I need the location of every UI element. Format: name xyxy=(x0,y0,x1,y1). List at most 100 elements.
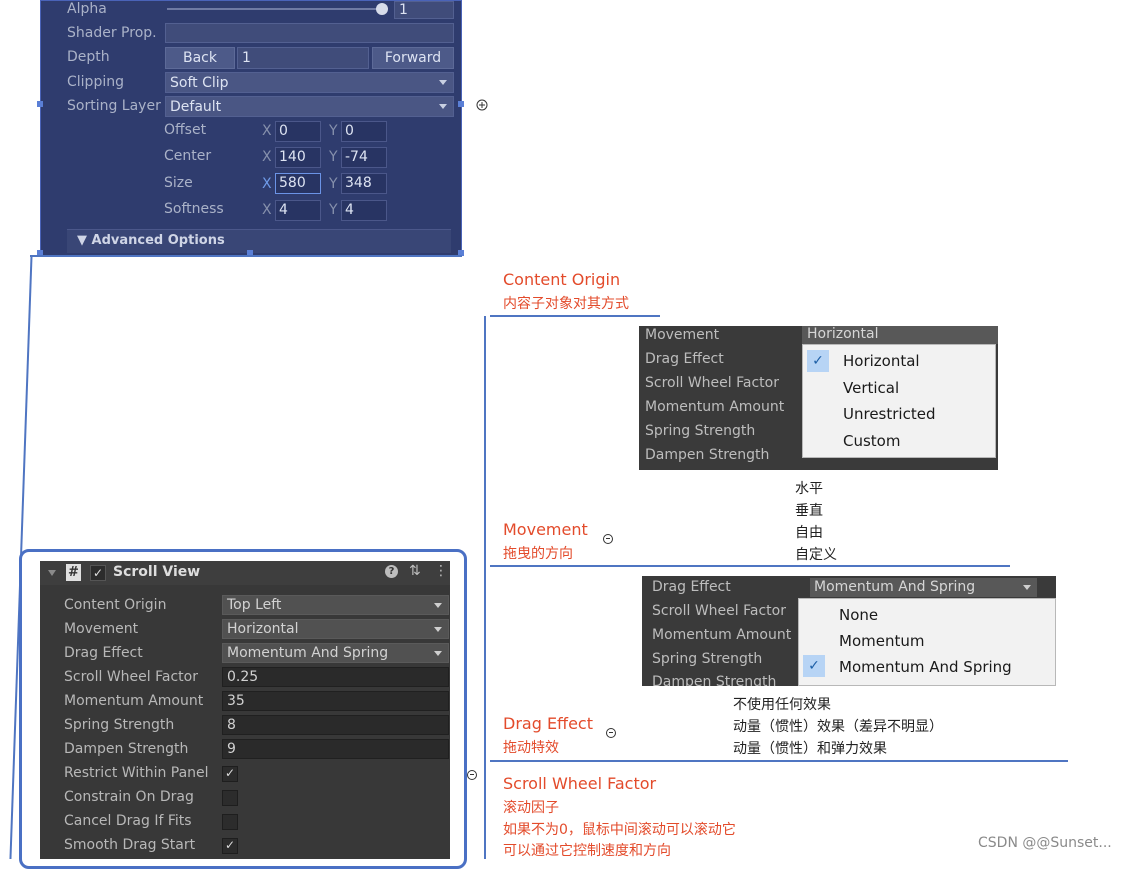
enable-checkbox[interactable]: ✓ xyxy=(90,565,106,581)
checkmark-icon: ✓ xyxy=(803,655,825,677)
menu-option-momentum[interactable]: Momentum xyxy=(839,632,924,650)
softness-label: Softness xyxy=(164,201,224,217)
chevron-down-icon xyxy=(439,80,447,85)
forward-button[interactable]: Forward xyxy=(372,47,454,69)
shot-label: Drag Effect xyxy=(645,351,724,367)
scroll-wheel-factor-field[interactable]: 0.25 xyxy=(222,667,449,687)
scroll-wheel-note: 可以通过它控制速度和方向 xyxy=(503,843,671,859)
y-letter: Y xyxy=(329,149,338,165)
sorting-layer-dropdown[interactable]: Default xyxy=(165,96,454,117)
drag-effect-dropdown[interactable]: Momentum And Spring xyxy=(222,643,449,663)
restrict-within-panel-label: Restrict Within Panel xyxy=(64,765,209,781)
foldout-arrow-icon[interactable] xyxy=(48,570,56,576)
drag-option-note: 动量（惯性）和弹力效果 xyxy=(733,741,887,757)
clipping-dropdown[interactable]: Soft Clip xyxy=(165,72,454,93)
chevron-down-icon xyxy=(434,627,442,632)
clipping-value: Soft Clip xyxy=(170,75,229,91)
x-letter: X xyxy=(262,123,272,139)
movement-dropdown-screenshot: Movement Drag Effect Scroll Wheel Factor… xyxy=(639,326,998,470)
smooth-drag-start-checkbox[interactable]: ✓ xyxy=(222,838,238,854)
drag-option-note: 不使用任何效果 xyxy=(733,697,831,713)
shot-label: Momentum Amount xyxy=(652,627,792,643)
depth-label: Depth xyxy=(67,49,110,65)
connector-line xyxy=(30,255,462,257)
alpha-slider-track[interactable] xyxy=(167,8,387,10)
depth-field[interactable]: 1 xyxy=(237,47,369,69)
shot-label: Dampen Strength xyxy=(645,447,770,463)
collapse-circle-icon[interactable] xyxy=(467,770,477,780)
spring-strength-label: Spring Strength xyxy=(64,717,175,733)
shader-prop-field[interactable] xyxy=(165,23,454,43)
alpha-field[interactable]: 1 xyxy=(394,1,454,19)
y-letter: Y xyxy=(329,123,338,139)
drag-effect-dropdown-screenshot: Drag Effect Scroll Wheel Factor Momentum… xyxy=(642,576,1056,686)
shot-label: Scroll Wheel Factor xyxy=(652,603,786,619)
x-letter: X xyxy=(262,176,272,192)
menu-option-vertical[interactable]: Vertical xyxy=(843,379,899,397)
spring-strength-field[interactable]: 8 xyxy=(222,715,449,735)
context-menu-icon[interactable]: ⋮ xyxy=(434,563,448,579)
offset-x-field[interactable]: 0 xyxy=(275,121,321,142)
constrain-on-drag-label: Constrain On Drag xyxy=(64,789,194,805)
chevron-down-icon xyxy=(1023,585,1031,590)
menu-option-unrestricted[interactable]: Unrestricted xyxy=(843,405,935,423)
size-x-field[interactable]: 580 xyxy=(275,173,321,194)
shot-label: Movement xyxy=(645,327,720,343)
momentum-amount-field[interactable]: 35 xyxy=(222,691,449,711)
size-y-field[interactable]: 348 xyxy=(341,173,387,194)
drag-effect-title: Drag Effect xyxy=(503,714,593,733)
menu-option-custom[interactable]: Custom xyxy=(843,432,900,450)
chevron-down-icon xyxy=(434,603,442,608)
clipping-label: Clipping xyxy=(67,74,124,90)
alpha-label: Alpha xyxy=(67,1,107,17)
shot-label: Dampen Strength xyxy=(652,674,777,686)
drag-effect-options-menu: None Momentum ✓ Momentum And Spring xyxy=(798,598,1056,686)
scroll-wheel-title: Scroll Wheel Factor xyxy=(503,774,657,793)
scroll-view-component: # ✓ Scroll View ? ⇅ ⋮ Content Origin Top… xyxy=(40,561,450,859)
chevron-down-icon xyxy=(434,651,442,656)
back-button[interactable]: Back xyxy=(165,47,235,69)
dampen-strength-field[interactable]: 9 xyxy=(222,739,449,759)
drag-option-note: 动量（惯性）效果（差异不明显） xyxy=(733,719,943,735)
presets-icon[interactable]: ⇅ xyxy=(409,563,421,579)
shot-label: Spring Strength xyxy=(645,423,756,439)
x-letter: X xyxy=(262,202,272,218)
constrain-on-drag-checkbox[interactable] xyxy=(222,790,238,806)
center-x-field[interactable]: 140 xyxy=(275,147,321,168)
component-header[interactable]: # ✓ Scroll View ? ⇅ ⋮ xyxy=(40,561,450,585)
x-letter: X xyxy=(262,149,272,165)
y-letter: Y xyxy=(329,202,338,218)
restrict-within-panel-checkbox[interactable]: ✓ xyxy=(222,766,238,782)
collapse-circle-icon[interactable] xyxy=(603,534,613,544)
scroll-wheel-factor-label: Scroll Wheel Factor xyxy=(64,669,198,685)
movement-note: 拖曳的方向 xyxy=(503,546,573,562)
shot-label: Drag Effect xyxy=(652,579,731,595)
content-origin-dropdown[interactable]: Top Left xyxy=(222,595,449,615)
offset-y-field[interactable]: 0 xyxy=(341,121,387,142)
watermark: CSDN @@Sunset... xyxy=(978,835,1112,851)
cancel-drag-if-fits-label: Cancel Drag If Fits xyxy=(64,813,192,829)
help-icon[interactable]: ? xyxy=(385,565,398,578)
alpha-slider-handle[interactable] xyxy=(376,3,388,15)
resize-handle[interactable] xyxy=(458,101,464,107)
advanced-options-foldout[interactable]: ▼ Advanced Options xyxy=(67,229,451,253)
drag-effect-current-value[interactable]: Momentum And Spring xyxy=(810,578,1037,597)
component-title: Scroll View xyxy=(113,564,201,580)
menu-option-horizontal[interactable]: Horizontal xyxy=(843,352,920,370)
softness-x-field[interactable]: 4 xyxy=(275,200,321,221)
menu-option-momentum-and-spring[interactable]: Momentum And Spring xyxy=(839,658,1012,676)
movement-current-value[interactable]: Horizontal xyxy=(802,326,998,344)
cancel-drag-if-fits-checkbox[interactable] xyxy=(222,814,238,830)
connector-line xyxy=(490,315,660,317)
y-letter: Y xyxy=(329,176,338,192)
softness-y-field[interactable]: 4 xyxy=(341,200,387,221)
movement-title: Movement xyxy=(503,520,588,539)
collapse-circle-icon[interactable] xyxy=(606,728,616,738)
content-origin-note: 内容子对象对其方式 xyxy=(503,296,629,312)
add-circle-icon[interactable] xyxy=(476,99,488,111)
resize-handle[interactable] xyxy=(37,101,43,107)
shot-label: Momentum Amount xyxy=(645,399,785,415)
center-y-field[interactable]: -74 xyxy=(341,147,387,168)
menu-option-none[interactable]: None xyxy=(839,606,878,624)
movement-dropdown[interactable]: Horizontal xyxy=(222,619,449,639)
